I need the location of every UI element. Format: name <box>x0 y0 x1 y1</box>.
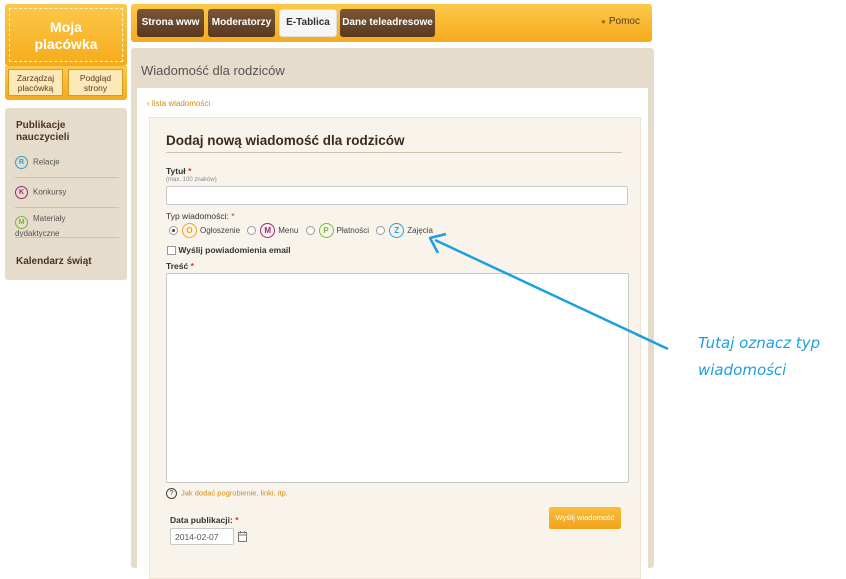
required-mark: * <box>231 211 235 221</box>
content-label-text: Treść <box>166 261 189 271</box>
o-letter-icon: O <box>182 223 197 238</box>
type-label: Typ wiadomości: * <box>166 211 235 221</box>
title-input[interactable] <box>166 186 628 205</box>
required-mark: * <box>190 261 194 271</box>
m-letter-icon: M <box>260 223 276 238</box>
sidebar-item-materialy[interactable]: M Materiały dydaktyczne <box>15 214 119 238</box>
divider <box>166 152 622 153</box>
sidebar-item-relacje[interactable]: R Relacje <box>15 156 119 169</box>
form-heading: Dodaj nową wiadomość dla rodziców <box>166 133 405 148</box>
logo-box[interactable]: Moja placówka <box>5 4 127 66</box>
sidebar-item-konkursy[interactable]: K Konkursy <box>15 186 119 199</box>
annotation-text: Tutaj oznacz typ wiadomości <box>698 330 820 384</box>
annotation-line2: wiadomości <box>698 361 787 379</box>
sidebar-item-label: Konkursy <box>33 187 67 197</box>
message-form: Dodaj nową wiadomość dla rodziców Tytuł … <box>149 117 641 579</box>
send-message-button[interactable]: Wyślij wiadomość <box>549 507 621 529</box>
help-link[interactable]: ● Pomoc <box>601 16 640 27</box>
publish-date-label-text: Data publikacji: <box>170 515 233 525</box>
type-option-label: Menu <box>278 226 299 235</box>
type-radio-ogloszenie[interactable] <box>169 226 178 235</box>
k-letter-icon: K <box>15 186 28 199</box>
nav-dane-teleadresowe[interactable]: Dane teleadresowe <box>340 9 435 37</box>
type-option-label: Płatności <box>336 226 369 235</box>
top-navigation: Strona www Moderatorzy E-Tablica Dane te… <box>131 4 652 42</box>
publish-date-label: Data publikacji: * <box>170 515 239 525</box>
logo-buttons: Zarządzaj placówką Podgląd strony <box>5 66 127 100</box>
p-letter-icon: P <box>318 223 334 238</box>
publish-date-input[interactable]: 2014-02-07 <box>170 528 234 545</box>
divider <box>15 237 119 238</box>
annotation-line1: Tutaj oznacz typ <box>698 334 821 352</box>
email-notify-checkbox[interactable] <box>167 246 176 256</box>
type-option-label: Ogłoszenie <box>200 226 241 235</box>
logo-title-line1: Moja <box>50 19 82 35</box>
bullet-icon: ● <box>601 17 606 26</box>
required-mark: * <box>188 166 192 176</box>
main-panel: Wiadomość dla rodziców ‹ lista wiadomośc… <box>131 48 654 579</box>
logo-title-line2: placówka <box>34 36 98 52</box>
divider <box>15 177 119 178</box>
page-title: Wiadomość dla rodziców <box>141 63 285 78</box>
help-label: Pomoc <box>608 16 640 27</box>
preview-page-button[interactable]: Podgląd strony <box>68 69 123 96</box>
nav-e-tablica[interactable]: E-Tablica <box>279 9 337 37</box>
logo-title: Moja placówka <box>9 8 123 62</box>
nav-moderatorzy[interactable]: Moderatorzy <box>208 9 275 37</box>
type-radio-zajecia[interactable] <box>376 226 386 235</box>
type-radio-menu[interactable] <box>247 226 257 235</box>
calendar-icon[interactable] <box>238 529 247 547</box>
formatting-help-text: Jak dodać pogrubienie, linki, itp. <box>181 488 288 498</box>
message-type-group: O Ogłoszenie M Menu P Płatności Z Zajęcia <box>169 223 438 238</box>
email-notify-row: Wyślij powiadomienia email <box>167 245 291 256</box>
r-letter-icon: R <box>15 156 28 169</box>
nav-strona-www[interactable]: Strona www <box>137 9 204 37</box>
title-label-text: Tytuł <box>166 166 186 176</box>
type-radio-platnosci[interactable] <box>305 226 315 235</box>
back-to-list-link[interactable]: ‹ lista wiadomości <box>147 99 210 108</box>
sidebar-item-label: Relacje <box>33 157 60 167</box>
title-hint: (max. 100 znaków) <box>166 177 217 183</box>
z-letter-icon: Z <box>389 223 405 238</box>
sidebar-section-title: Publikacje nauczycieli <box>16 120 70 143</box>
question-icon: ? <box>166 488 177 499</box>
content-label: Treść * <box>166 261 194 271</box>
divider <box>15 207 119 208</box>
type-option-label: Zajęcia <box>407 226 434 235</box>
sidebar-item-kalendarz[interactable]: Kalendarz świąt <box>16 256 92 267</box>
type-label-text: Typ wiadomości: <box>166 211 229 221</box>
content-textarea[interactable] <box>166 273 629 483</box>
content-area: ‹ lista wiadomości Dodaj nową wiadomość … <box>137 88 648 579</box>
title-label: Tytuł * <box>166 166 191 176</box>
m-letter-icon: M <box>15 216 28 229</box>
email-notify-label: Wyślij powiadomienia email <box>178 245 291 255</box>
manage-facility-button[interactable]: Zarządzaj placówką <box>8 69 63 96</box>
required-mark: * <box>235 515 239 525</box>
sidebar: Publikacje nauczycieli R Relacje K Konkurs… <box>5 108 127 280</box>
formatting-help-link[interactable]: ? Jak dodać pogrubienie, linki, itp. <box>166 488 288 499</box>
